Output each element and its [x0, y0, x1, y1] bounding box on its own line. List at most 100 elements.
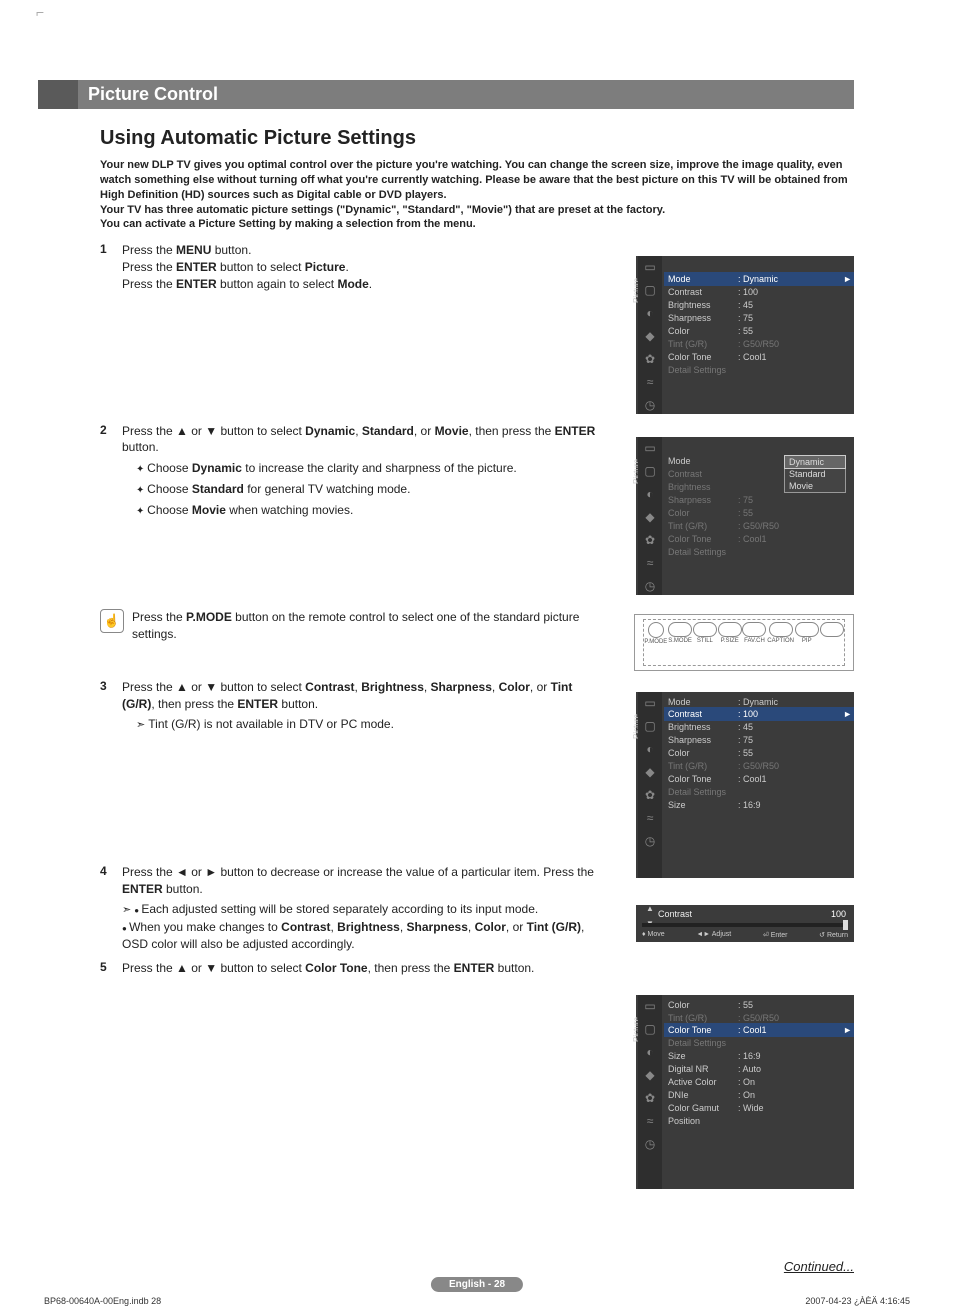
osd-row[interactable]: Contrast100 — [664, 707, 854, 721]
osd-row[interactable]: Sharpness75 — [668, 733, 850, 746]
osd-row[interactable]: Detail Settings — [668, 785, 850, 798]
osd-value: Cool1 — [738, 1025, 767, 1035]
osd-key: Position — [668, 1116, 738, 1126]
osd-key: Contrast — [668, 709, 738, 719]
sub-bullet: Each adjusted setting will be stored sep… — [134, 902, 538, 916]
osd-row[interactable]: Color55 — [668, 506, 850, 519]
osd-value: Auto — [738, 1064, 761, 1074]
dropdown-option[interactable]: Standard — [785, 468, 845, 480]
mode-dropdown[interactable]: DynamicStandardMovie — [784, 455, 846, 493]
osd-row[interactable]: Color55 — [668, 746, 850, 759]
step-line: Press the ▲ or ▼ button to select Contra… — [122, 679, 602, 713]
osd-value: 75 — [738, 313, 753, 323]
osd-key: Brightness — [668, 482, 738, 492]
osd-key: Brightness — [668, 722, 738, 732]
osd-key: Color Tone — [668, 1025, 738, 1035]
osd-key: Color Tone — [668, 774, 738, 784]
osd-key: Contrast — [668, 287, 738, 297]
step-number: 1 — [100, 242, 122, 292]
osd-row[interactable]: Contrast100 — [668, 285, 850, 298]
osd-row[interactable]: Color ToneCool1 — [668, 772, 850, 785]
remote-button: FAV.CH — [742, 622, 766, 644]
osd-key: Sharpness — [668, 495, 738, 505]
osd-row[interactable]: Detail Settings — [668, 1036, 850, 1049]
osd-row[interactable]: Color ToneCool1 — [668, 350, 850, 363]
osd-row[interactable]: Color ToneCool1 — [664, 1023, 854, 1037]
osd-key: Size — [668, 800, 738, 810]
osd-key: Color — [668, 748, 738, 758]
osd-key: Contrast — [668, 469, 738, 479]
osd-key: Tint (G/R) — [668, 761, 738, 771]
step-line: Press the MENU button. — [122, 242, 602, 259]
osd-value: Cool1 — [738, 774, 767, 784]
osd-row[interactable]: Size16:9 — [668, 1049, 850, 1062]
osd-row[interactable]: Digital NRAuto — [668, 1062, 850, 1075]
osd-row[interactable]: Brightness45 — [668, 298, 850, 311]
osd-row[interactable]: DNIeOn — [668, 1088, 850, 1101]
sub-bullet: When you make changes to Contrast, Brigh… — [122, 920, 584, 951]
osd-row[interactable]: Color ToneCool1 — [668, 532, 850, 545]
osd-value: G50/R50 — [738, 339, 779, 349]
step-number: 3 — [100, 679, 122, 734]
dropdown-option[interactable]: Dynamic — [784, 455, 846, 469]
osd-row[interactable]: Color55 — [668, 998, 850, 1011]
remote-button: P.MODE — [644, 622, 667, 645]
bullet: Choose Movie when watching movies. — [136, 502, 602, 519]
osd-key: Mode — [668, 456, 738, 466]
slider-bar[interactable] — [642, 923, 848, 927]
osd-key: Color — [668, 508, 738, 518]
osd-row[interactable]: Tint (G/R)G50/R50 — [668, 519, 850, 532]
step-number: 2 — [100, 423, 122, 520]
step-line: Press the ▲ or ▼ button to select Color … — [122, 960, 602, 977]
osd-row[interactable]: Active ColorOn — [668, 1075, 850, 1088]
footer-timestamp: 2007-04-23 ¿ÀÈÄ 4:16:45 — [805, 1296, 910, 1306]
step-number: 4 — [100, 864, 122, 953]
step-number: 5 — [100, 960, 122, 977]
osd-key: Sharpness — [668, 735, 738, 745]
step-line: Press the ▲ or ▼ button to select Dynami… — [122, 423, 602, 457]
osd-key: Color Tone — [668, 534, 738, 544]
osd-row[interactable]: Tint (G/R)G50/R50 — [668, 337, 850, 350]
slider-title: Contrast — [658, 909, 848, 919]
osd-row[interactable]: Size16:9 — [668, 798, 850, 811]
slider-thumb[interactable] — [843, 920, 848, 930]
osd-row[interactable]: Brightness45 — [668, 720, 850, 733]
osd-value: 16:9 — [738, 1051, 761, 1061]
osd-row[interactable]: ModeDynamic — [664, 272, 854, 286]
osd-row[interactable]: Color GamutWide — [668, 1101, 850, 1114]
page-number: English - 28 — [431, 1277, 523, 1292]
contrast-slider[interactable]: ▲ Contrast ▼ 100 ♦ Move ◄► Adjust ⏎ Ente… — [636, 905, 854, 942]
osd-key: Color Gamut — [668, 1103, 738, 1113]
hint-adjust: ◄► Adjust — [696, 931, 731, 939]
osd-sidebar: ▭▢◐◆✿≈◷ — [638, 995, 662, 1189]
osd-value: 45 — [738, 722, 753, 732]
hint-enter: ⏎ Enter — [763, 931, 788, 939]
step-line: Press the ◄ or ► button to decrease or i… — [122, 864, 602, 898]
osd-row[interactable]: Sharpness75 — [668, 493, 850, 506]
osd-value: 100 — [738, 709, 758, 719]
intro-text: Your new DLP TV gives you optimal contro… — [100, 158, 854, 232]
osd-row[interactable]: Color55 — [668, 324, 850, 337]
osd-key: Mode — [668, 274, 738, 284]
osd-value: On — [738, 1077, 755, 1087]
hand-icon: ☝ — [100, 609, 124, 633]
osd-sidebar: ▭▢◐◆✿≈◷ — [638, 256, 662, 414]
osd-sidebar: ▭▢◐◆✿≈◷ — [638, 437, 662, 595]
osd-value: Wide — [738, 1103, 764, 1113]
osd-row[interactable]: Position — [668, 1114, 850, 1127]
page-title: Using Automatic Picture Settings — [100, 127, 854, 150]
tip-text: Press the P.MODE button on the remote co… — [132, 609, 600, 643]
osd-key: Tint (G/R) — [668, 1013, 738, 1023]
remote-button: STILL — [693, 622, 717, 644]
osd-value: 16:9 — [738, 800, 761, 810]
osd-row[interactable]: Sharpness75 — [668, 311, 850, 324]
osd-row[interactable]: Tint (G/R)G50/R50 — [668, 759, 850, 772]
osd-key: Detail Settings — [668, 547, 738, 557]
osd-value: Dynamic — [738, 274, 778, 284]
osd-menu-mode: Picture ▭▢◐◆✿≈◷ ModeDynamicContrast100Br… — [636, 256, 854, 414]
osd-key: Tint (G/R) — [668, 339, 738, 349]
osd-row[interactable]: Detail Settings — [668, 363, 850, 376]
osd-row[interactable]: Detail Settings — [668, 545, 850, 558]
slider-footer: ♦ Move ◄► Adjust ⏎ Enter ↺ Return — [642, 929, 848, 940]
dropdown-option[interactable]: Movie — [785, 480, 845, 492]
